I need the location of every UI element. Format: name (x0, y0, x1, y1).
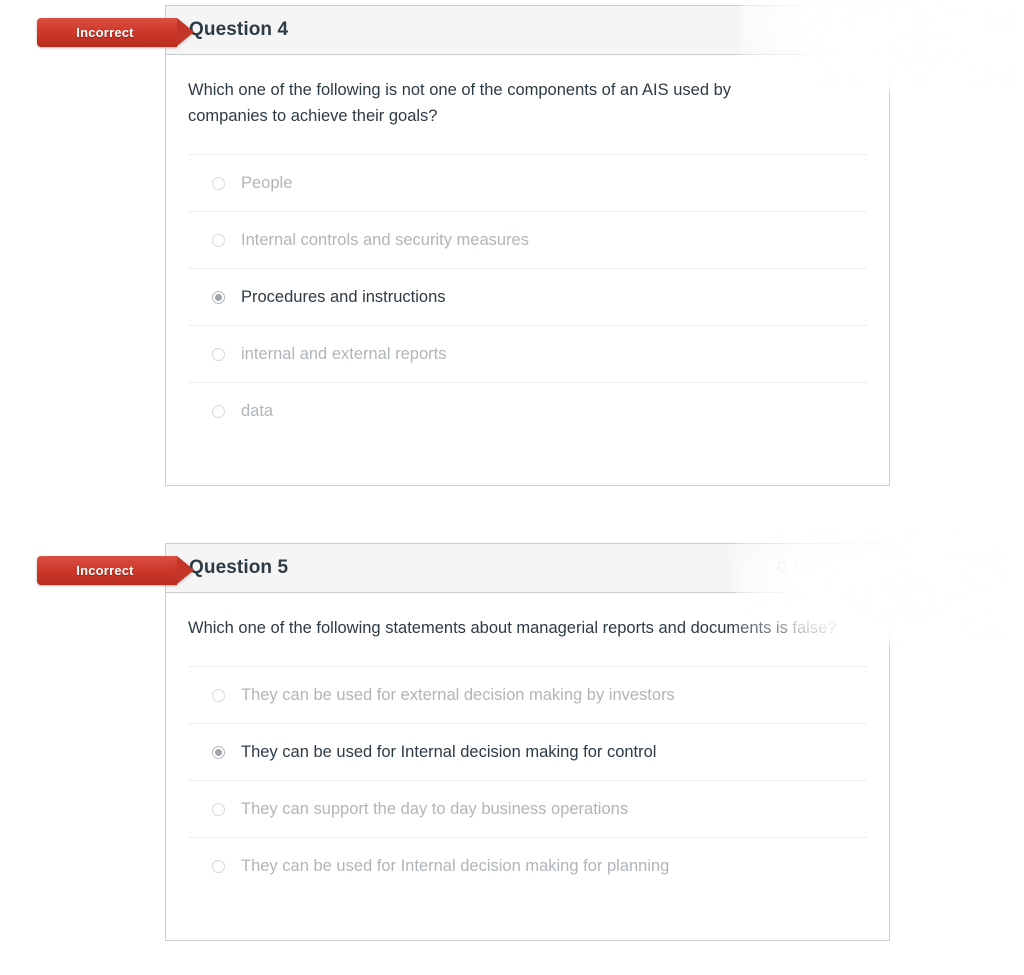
answer-options-4: People Internal controls and security me… (188, 154, 867, 439)
question-body-spacer (188, 439, 867, 485)
radio-button-selected-icon[interactable] (212, 745, 225, 759)
question-header-5: Incorrect Question 5 0 / (37, 543, 890, 593)
answer-option[interactable]: data (188, 382, 867, 439)
answer-option-selected[interactable]: They can be used for Internal decision m… (188, 723, 867, 780)
answer-option-label: They can be used for external decision m… (241, 686, 675, 704)
answer-option-label: Internal controls and security measures (241, 231, 529, 249)
question-title: Question 5 (189, 557, 289, 578)
radio-button-icon[interactable] (212, 176, 225, 190)
status-badge-incorrect-4: Incorrect (37, 18, 177, 47)
answer-option-label: People (241, 174, 293, 192)
radio-button-icon[interactable] (212, 233, 225, 247)
answer-option[interactable]: They can support the day to day business… (188, 780, 867, 837)
answer-option-label: They can support the day to day business… (241, 800, 629, 818)
radio-button-icon[interactable] (212, 688, 225, 702)
question-score: 0 / (777, 558, 799, 577)
answer-option-label: data (241, 402, 274, 420)
answer-option-label: They can be used for Internal decision m… (241, 743, 657, 761)
status-badge-label: Incorrect (76, 25, 134, 40)
question-block-4: Incorrect Question 4 Which one of the fo… (37, 5, 890, 486)
answer-option[interactable]: People (188, 154, 867, 211)
radio-button-icon[interactable] (212, 859, 225, 873)
radio-button-icon[interactable] (212, 404, 225, 418)
question-prompt: Which one of the following is not one of… (188, 81, 732, 125)
answer-option[interactable]: They can be used for Internal decision m… (188, 837, 867, 894)
question-title: Question 4 (189, 19, 289, 40)
radio-button-icon[interactable] (212, 802, 225, 816)
question-prompt: Which one of the following statements ab… (188, 619, 837, 637)
answer-option[interactable]: They can be used for external decision m… (188, 666, 867, 723)
answer-option[interactable]: Internal controls and security measures (188, 211, 867, 268)
question-header-4: Incorrect Question 4 (37, 5, 890, 55)
question-block-5: Incorrect Question 5 0 / Which one of th… (37, 543, 890, 941)
answer-option-selected[interactable]: Procedures and instructions (188, 268, 867, 325)
question-body-5: Which one of the following statements ab… (165, 593, 890, 941)
radio-button-selected-icon[interactable] (212, 290, 225, 304)
answer-option-label: internal and external reports (241, 345, 447, 363)
status-badge-label: Incorrect (76, 563, 134, 578)
answer-option[interactable]: internal and external reports (188, 325, 867, 382)
question-body-spacer (188, 894, 867, 940)
status-badge-incorrect-5: Incorrect (37, 556, 177, 585)
radio-button-icon[interactable] (212, 347, 225, 361)
answer-option-label: Procedures and instructions (241, 288, 446, 306)
question-body-4: Which one of the following is not one of… (165, 55, 890, 486)
answer-option-label: They can be used for Internal decision m… (241, 857, 670, 875)
answer-options-5: They can be used for external decision m… (188, 666, 867, 894)
